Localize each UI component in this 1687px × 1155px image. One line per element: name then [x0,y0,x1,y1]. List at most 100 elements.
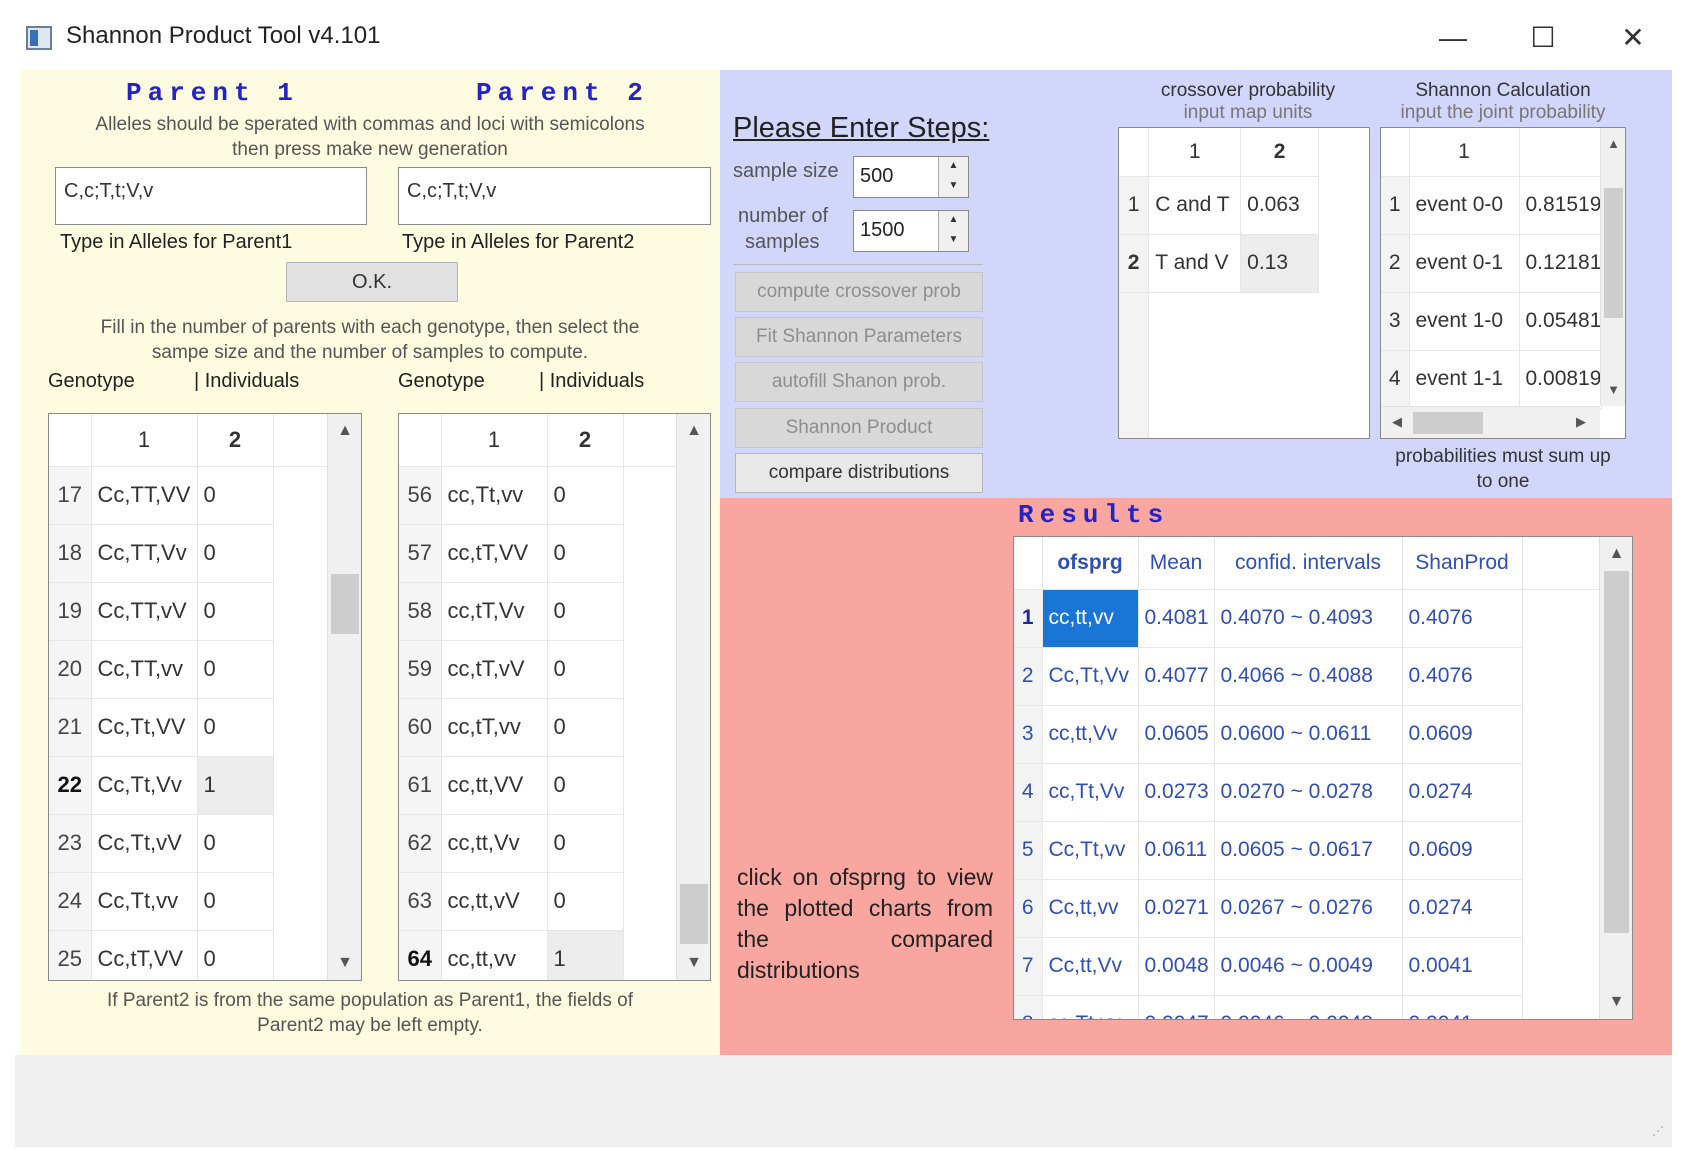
table-row[interactable]: 24 Cc,Tt,vv 0 [49,872,327,931]
footer-note-line2: Parent2 may be left empty. [257,1015,483,1036]
scroll-down-icon[interactable]: ▼ [1601,382,1626,397]
results-hint: click on ofsprng to view the plotted cha… [737,864,993,983]
scroll-down-icon[interactable]: ▼ [677,954,711,972]
table-row[interactable]: 1 cc,tt,vv 0.4081 0.4070 ~ 0.4093 0.4076 [1014,589,1599,648]
scroll-down-icon[interactable]: ▼ [1600,993,1633,1011]
fit-shannon-button[interactable]: Fit Shannon Parameters [735,317,983,357]
num-samples-input[interactable]: 1500 ▲ ▼ [853,210,969,252]
compute-crossover-button[interactable]: compute crossover prob [735,272,983,312]
scroll-thumb[interactable] [1604,188,1623,318]
num-samples-label-1: number of [738,205,829,227]
table-row[interactable]: 5 Cc,Tt,vv 0.0611 0.0605 ~ 0.0617 0.0609 [1014,821,1599,880]
table-row[interactable]: 21 Cc,Tt,VV 0 [49,698,327,757]
resize-grip-icon[interactable]: ⋰ [1652,1124,1668,1140]
table-row[interactable]: 4 event 1-1 0.00819 [1381,350,1602,409]
scroll-up-icon[interactable]: ▲ [677,422,711,440]
results-col-ci[interactable]: confid. intervals [1214,537,1403,590]
shannon-calc-hscroll[interactable]: ◀ ▶ [1381,406,1600,438]
scroll-thumb[interactable] [1604,571,1629,933]
table-row[interactable]: 2 T and V 0.13 [1119,234,1319,293]
scroll-down-icon[interactable]: ▼ [328,954,362,972]
scroll-up-icon[interactable]: ▲ [1600,545,1633,563]
crossover-grid[interactable]: 1 2 1 C and T 0.063 2 T and V 0.13 [1118,127,1370,439]
table-row[interactable]: 25 Cc,tT,VV 0 [49,930,327,980]
table-row[interactable]: 18 Cc,TT,Vv 0 [49,524,327,583]
parent2-alleles-input[interactable]: C,c;T,t;V,v [398,167,711,225]
scroll-thumb[interactable] [680,884,708,944]
scroll-left-icon[interactable]: ◀ [1387,414,1407,430]
table-row[interactable]: 2 event 0-1 0.12181 [1381,234,1602,293]
shannon-product-button[interactable]: Shannon Product [735,408,983,448]
table-row[interactable]: 62 cc,tt,Vv 0 [399,814,677,873]
num-samples-label-2: samples [745,231,820,253]
sample-size-spinner[interactable]: ▲ ▼ [938,157,968,197]
close-button[interactable]: ✕ [1598,16,1668,60]
parent2-title: Parent 2 [476,78,649,108]
results-col-shanprod[interactable]: ShanProd [1402,537,1523,590]
table-row[interactable]: 63 cc,tt,vV 0 [399,872,677,931]
scroll-up-icon[interactable]: ▲ [1601,136,1626,151]
table-row[interactable]: 61 cc,tt,VV 0 [399,756,677,815]
ok-button[interactable]: O.K. [286,262,458,302]
table-row[interactable]: 19 Cc,TT,vV 0 [49,582,327,641]
table-row[interactable]: 4 cc,Tt,Vv 0.0273 0.0270 ~ 0.0278 0.0274 [1014,763,1599,822]
minimize-button[interactable]: — [1418,16,1488,60]
table-row[interactable]: 22 Cc,Tt,Vv 1 [49,756,327,815]
grid2-individuals-header: | Individuals [539,370,645,392]
shannon-calc-title: Shannon Calculation [1415,80,1591,101]
table-row[interactable]: 59 cc,tT,vV 0 [399,640,677,699]
parent2-caption: Type in Alleles for Parent2 [402,231,635,253]
parent1-alleles-input[interactable]: C,c;T,t;V,v [55,167,367,225]
scroll-right-icon[interactable]: ▶ [1571,414,1591,430]
steps-divider [733,264,983,265]
compare-distributions-button[interactable]: compare distributions [735,453,983,493]
table-row[interactable]: 7 Cc,tt,Vv 0.0048 0.0046 ~ 0.0049 0.0041 [1014,937,1599,996]
grid1-individuals-header: | Individuals [194,370,300,392]
sample-size-value: 500 [860,165,894,187]
shannon-calc-grid[interactable]: 1 1 event 0-0 0.81519 2 event 0-1 0.12181 3e… [1380,127,1626,439]
scroll-thumb[interactable] [331,574,359,634]
table-row[interactable]: 64 cc,tt,vv 1 [399,930,677,980]
crossover-subtitle: input map units [1183,102,1313,123]
results-scrollbar[interactable]: ▲ ▼ [1599,537,1632,1019]
scroll-thumb[interactable] [1413,412,1483,434]
spin-up-icon[interactable]: ▲ [939,211,968,231]
grid1-scrollbar[interactable]: ▲ ▼ [327,414,361,980]
title-bar: Shannon Product Tool v4.101 — ☐ ✕ [0,0,1687,70]
table-row[interactable]: 60 cc,tT,vv 0 [399,698,677,757]
table-row[interactable]: 1 C and T 0.063 [1119,176,1319,235]
results-col-ofsprg[interactable]: ofsprg [1042,537,1139,590]
table-row[interactable]: 57 cc,tT,VV 0 [399,524,677,583]
grid-col-header: 2 [547,414,624,467]
scroll-up-icon[interactable]: ▲ [328,422,362,440]
spin-up-icon[interactable]: ▲ [939,157,968,177]
table-row[interactable]: 23 Cc,Tt,vV 0 [49,814,327,873]
table-row[interactable]: 3 event 1-0 0.05481 [1381,292,1602,351]
table-row[interactable]: 3 cc,tt,Vv 0.0605 0.0600 ~ 0.0611 0.0609 [1014,705,1599,764]
sample-size-input[interactable]: 500 ▲ ▼ [853,156,969,198]
table-row[interactable]: 1 event 0-0 0.81519 [1381,176,1602,235]
results-grid[interactable]: ofsprg Mean confid. intervals ShanProd 1… [1013,536,1633,1020]
table-row[interactable]: 8cc,Tt,vv0.00470.0046 ~ 0.00480.0041 [1014,995,1599,1019]
parent2-genotype-grid[interactable]: 1 2 56 cc,Tt,vv 0 57 cc,tT,VV 0 58 cc,tT,Vv 0 … [398,413,711,981]
table-row[interactable]: 20 Cc,TT,vv 0 [49,640,327,699]
parent1-genotype-grid[interactable]: 1 2 17 Cc,TT,VV 0 18 Cc,TT,Vv 0 19 Cc,TT,vV 0 … [48,413,362,981]
grid-header-row: 1 2 [399,414,677,467]
steps-title: Please Enter Steps: [733,112,990,144]
autofill-button[interactable]: autofill Shanon prob. [735,362,983,402]
table-row[interactable]: 2 Cc,Tt,Vv 0.4077 0.4066 ~ 0.4088 0.4076 [1014,647,1599,706]
results-col-mean[interactable]: Mean [1138,537,1215,590]
num-samples-spinner[interactable]: ▲ ▼ [938,211,968,251]
table-row[interactable]: 17 Cc,TT,VV 0 [49,466,327,525]
spin-down-icon[interactable]: ▼ [939,231,968,251]
maximize-button[interactable]: ☐ [1508,16,1578,60]
window-title: Shannon Product Tool v4.101 [66,22,381,49]
spin-down-icon[interactable]: ▼ [939,177,968,197]
grid2-scrollbar[interactable]: ▲ ▼ [676,414,710,980]
table-row[interactable]: 56 cc,Tt,vv 0 [399,466,677,525]
table-row[interactable]: 58 cc,tT,Vv 0 [399,582,677,641]
table-row[interactable]: 6 Cc,tt,vv 0.0271 0.0267 ~ 0.0276 0.0274 [1014,879,1599,938]
grid-header-row: 1 2 [49,414,327,467]
shannon-calc-vscroll[interactable]: ▲ ▼ [1600,128,1625,406]
fill-instructions-line2: sampe size and the number of samples to … [151,342,589,363]
